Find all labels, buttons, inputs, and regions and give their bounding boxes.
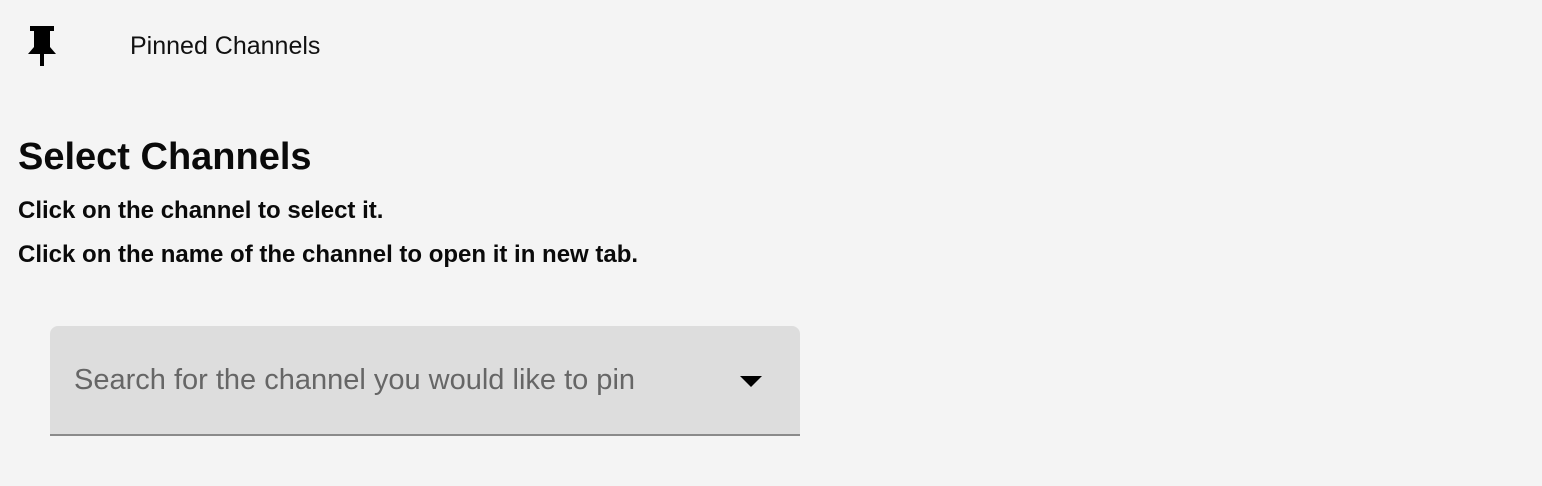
section-heading: Select Channels [18,136,312,178]
channel-search-field[interactable] [50,326,800,436]
pin-icon [24,24,60,66]
page-title: Pinned Channels [130,32,321,60]
arrow-drop-down-icon[interactable] [740,376,762,388]
top-bar: Pinned Channels [0,0,1542,92]
instruction-open-tab: Click on the name of the channel to open… [18,241,639,268]
instruction-select: Click on the channel to select it. [18,197,384,224]
channel-search-input[interactable] [50,326,730,434]
